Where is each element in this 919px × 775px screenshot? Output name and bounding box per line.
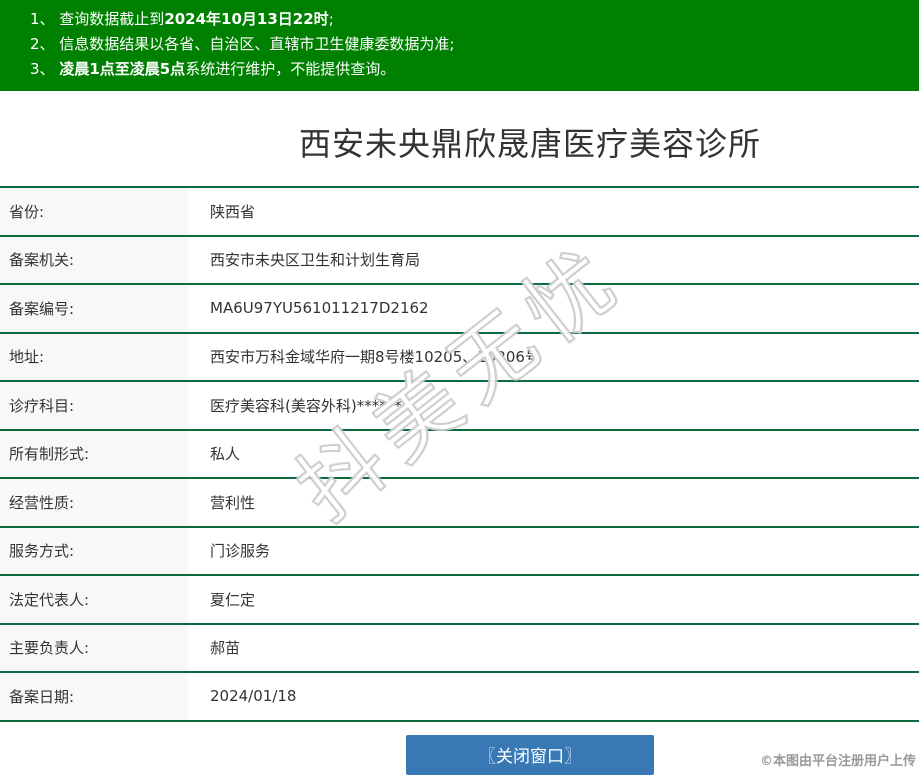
row-label: 所有制形式:: [0, 430, 188, 477]
row-value: 陕西省: [210, 202, 256, 221]
table-row: 法定代表人: 夏仁定: [0, 576, 919, 625]
row-label: 地址:: [0, 333, 188, 380]
table-row: 诊疗科目: 医疗美容科(美容外科)******: [0, 382, 919, 431]
table-row: 经营性质: 营利性: [0, 479, 919, 528]
row-label: 备案机关:: [0, 236, 188, 283]
row-value: 西安市万科金域华府一期8号楼10205、10206号: [210, 348, 540, 367]
row-label: 经营性质:: [0, 479, 188, 526]
row-value: 西安市未央区卫生和计划生育局: [210, 251, 421, 270]
close-window-button[interactable]: 〖关闭窗口〗: [406, 734, 654, 775]
row-value: 郝苗: [210, 639, 241, 658]
row-label: 法定代表人:: [0, 576, 188, 623]
table-row: 备案编号: MA6U97YU561011217D2162: [0, 285, 919, 334]
table-row: 省份: 陕西省: [0, 188, 919, 237]
row-label: 备案编号:: [0, 285, 188, 332]
row-value: 2024/01/18: [210, 687, 297, 706]
page-title: 西安未央鼎欣晟唐医疗美容诊所: [298, 125, 761, 163]
row-label: 备案日期:: [0, 673, 188, 720]
notice-text: 1、 查询数据截止到: [30, 10, 165, 28]
table-row: 服务方式: 门诊服务: [0, 527, 919, 576]
notice-line: 2、 信息数据结果以各省、自治区、直辖市卫生健康委数据为准;: [30, 32, 909, 57]
attribution-text: ©本图由平台注册用户上传: [759, 754, 916, 769]
row-value: 营利性: [210, 493, 256, 512]
table-row: 地址: 西安市万科金域华府一期8号楼10205、10206号: [0, 333, 919, 382]
row-value: 门诊服务: [210, 542, 271, 561]
row-value: 私人: [210, 445, 241, 464]
row-label: 主要负责人:: [0, 624, 188, 671]
content-wrapper: 西安未央鼎欣晟唐医疗美容诊所 省份: 陕西省 备案机关: 西安市未央区卫生和计划…: [0, 125, 919, 775]
notice-banner: 1、 查询数据截止到2024年10月13日22时; 2、 信息数据结果以各省、自…: [0, 0, 919, 91]
notice-text: 3、: [30, 60, 60, 78]
table-row: 所有制形式: 私人: [0, 430, 919, 479]
row-value: MA6U97YU561011217D2162: [210, 299, 429, 318]
notice-text: 2、 信息数据结果以各省、自治区、直辖市卫生健康委数据为准;: [30, 35, 455, 53]
notice-bold-text: 2024年10月13日22时: [164, 10, 329, 28]
notice-text: 系统进行维护，不能提供查询。: [185, 60, 396, 78]
row-label: 诊疗科目:: [0, 382, 188, 429]
table-row: 备案机关: 西安市未央区卫生和计划生育局: [0, 236, 919, 285]
table-row: 主要负责人: 郝苗: [0, 624, 919, 673]
notice-text: ;: [328, 10, 334, 28]
row-label: 服务方式:: [0, 527, 188, 574]
row-value: 夏仁定: [210, 590, 256, 609]
row-value: 医疗美容科(美容外科)******: [210, 396, 402, 415]
notice-bold-text: 凌晨1点至凌晨5点: [59, 60, 186, 78]
table-row: 备案日期: 2024/01/18: [0, 673, 919, 722]
notice-line: 1、 查询数据截止到2024年10月13日22时;: [30, 7, 909, 32]
row-label: 省份:: [0, 188, 188, 235]
notice-line: 3、 凌晨1点至凌晨5点系统进行维护，不能提供查询。: [30, 57, 909, 82]
record-table: 省份: 陕西省 备案机关: 西安市未央区卫生和计划生育局 备案编号: MA6U9…: [0, 186, 919, 722]
